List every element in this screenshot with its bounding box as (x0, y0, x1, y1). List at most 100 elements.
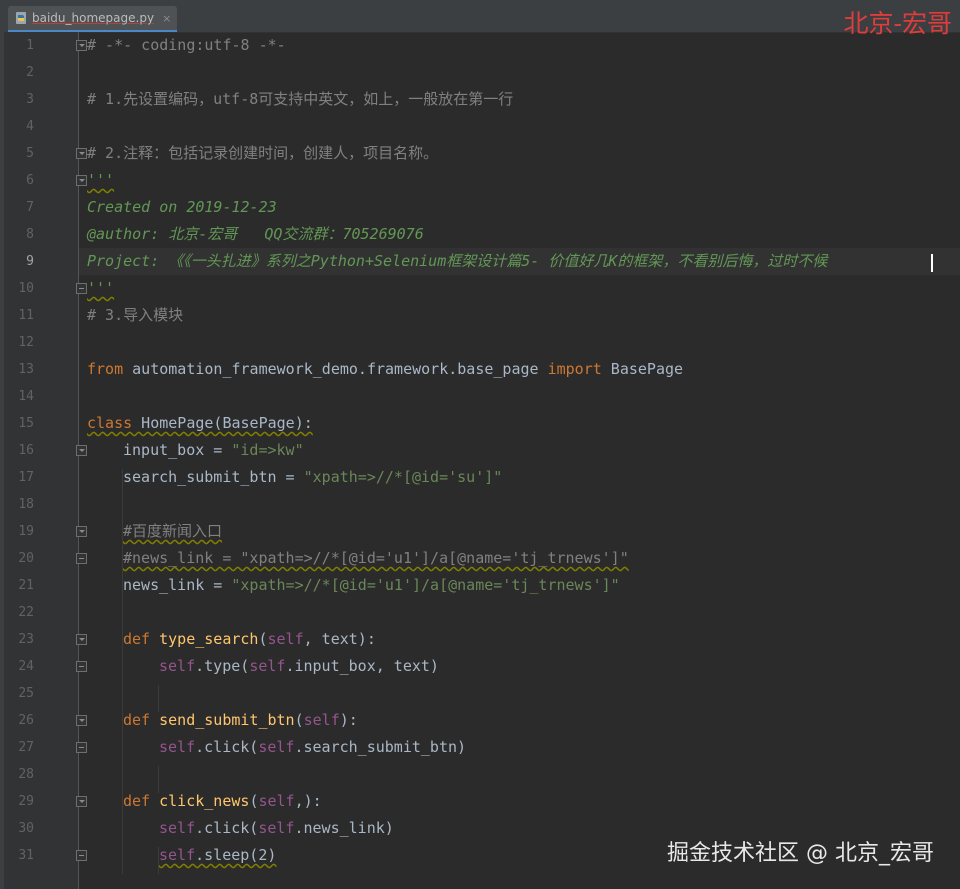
code-line: input_box = "id=>kw" (79, 437, 960, 464)
comment-text: # 2.注释：包括记录创建时间，创建人，项目名称。 (87, 144, 439, 162)
call-args: .input_box, text) (285, 657, 439, 675)
python-file-icon (16, 12, 26, 24)
line-number: 24 (18, 659, 34, 674)
code-line: self.type(self.input_box, text) (79, 653, 960, 680)
function-name: click_news (159, 792, 250, 810)
line-number: 21 (18, 578, 34, 593)
parameters: , text): (303, 630, 376, 648)
comment-text: # 1.先设置编码，utf-8可支持中英文，如上，一般放在第一行 (87, 90, 514, 108)
self-keyword: self (258, 819, 295, 837)
line-number: 11 (18, 308, 34, 323)
method-call: .type( (195, 657, 250, 675)
code-line: # 1.先设置编码，utf-8可支持中英文，如上，一般放在第一行 (79, 86, 960, 113)
code-line: # 3.导入模块 (79, 302, 960, 329)
code-line: #百度新闻入口 (79, 518, 960, 545)
call-args: .news_link) (294, 819, 394, 837)
code-line: ''' (79, 275, 960, 302)
self-keyword: self (258, 738, 295, 756)
code-line: @author: 北京-宏哥 QQ交流群：705269076 (79, 221, 960, 248)
text-caret (931, 252, 933, 272)
line-number: 3 (26, 92, 34, 107)
line-number: 17 (18, 470, 34, 485)
attribute-name: news_link = (123, 576, 232, 594)
import-name: BasePage (601, 360, 684, 378)
attribute-name: input_box = (123, 441, 232, 459)
line-number: 28 (18, 767, 34, 782)
attribute-name: search_submit_btn = (123, 468, 304, 486)
comment-text: # -*- coding:utf-8 -*- (87, 36, 286, 54)
line-number: 1 (26, 38, 34, 53)
line-number: 30 (18, 821, 34, 836)
comment-text: #百度新闻入口 (123, 522, 223, 540)
keyword-import: import (547, 360, 602, 378)
method-call: .click( (195, 738, 259, 756)
line-number: 16 (18, 443, 34, 458)
self-keyword: self (159, 846, 196, 864)
code-line: class HomePage(BasePage): (79, 410, 960, 437)
line-number: 15 (18, 416, 34, 431)
code-line: def type_search(self, text): (123, 630, 376, 648)
line-number: 23 (18, 632, 34, 647)
string-literal: "xpath=>//*[@id='u1']/a[@name='tj_trnews… (231, 576, 620, 594)
code-line: # 2.注释：包括记录创建时间，创建人，项目名称。 (79, 140, 960, 167)
line-number: 2 (26, 65, 34, 80)
line-number: 10 (18, 281, 34, 296)
docstring-delimiter: ''' (87, 279, 115, 297)
keyword-class: class (87, 414, 133, 432)
call-args: .search_submit_btn) (294, 738, 467, 756)
self-keyword: self (249, 657, 286, 675)
code-line: news_link = "xpath=>//*[@id='u1']/a[@nam… (79, 572, 960, 599)
code-line: # -*- coding:utf-8 -*- (79, 32, 960, 59)
line-number: 14 (18, 389, 34, 404)
method-call: .sleep(2) (195, 846, 277, 864)
comment-text: #news_link = "xpath=>//*[@id='u1']/a[@na… (123, 549, 629, 567)
function-name: type_search (159, 630, 259, 648)
keyword-def: def (123, 630, 151, 648)
code-line: def click_news(self,): (123, 792, 322, 810)
keyword-from: from (87, 360, 124, 378)
string-literal: "id=>kw" (231, 441, 304, 459)
code-line: def send_submit_btn(self): (123, 711, 358, 729)
line-number: 5 (26, 146, 34, 161)
self-keyword: self (159, 738, 196, 756)
self-keyword: self (159, 819, 196, 837)
line-number: 22 (18, 605, 34, 620)
line-number: 19 (18, 524, 34, 539)
line-number: 7 (26, 200, 34, 215)
code-line: self.click(self.search_submit_btn) (79, 734, 960, 761)
file-tab-label: baidu_homepage.py (32, 11, 155, 25)
line-number-gutter: 1 2 3 4 5 6 7 8 9 10 11 12 13 14 15 16 1… (4, 32, 87, 889)
line-number: 20 (18, 551, 34, 566)
line-number: 26 (18, 713, 34, 728)
code-line-current: Project: 《《一头扎进》系列之Python+Selenium框架设计篇5… (79, 248, 960, 275)
string-literal: "xpath=>//*[@id='su']" (303, 468, 503, 486)
keyword-def: def (123, 792, 151, 810)
line-number: 18 (18, 497, 34, 512)
comment-text: # 3.导入模块 (87, 306, 184, 324)
line-number: 6 (26, 173, 34, 188)
file-tab[interactable]: baidu_homepage.py × (8, 6, 178, 32)
code-line: search_submit_btn = "xpath=>//*[@id='su'… (79, 464, 960, 491)
site-watermark: 掘金技术社区 @ 北京_宏哥 (667, 841, 934, 866)
docstring-text: Created on 2019-12-23 (87, 198, 277, 216)
code-line: #news_link = "xpath=>//*[@id='u1']/a[@na… (79, 545, 960, 572)
line-number: 27 (18, 740, 34, 755)
self-keyword: self (303, 711, 340, 729)
line-number: 29 (18, 794, 34, 809)
code-line: from automation_framework_demo.framework… (79, 356, 960, 383)
docstring-delimiter: ''' (87, 171, 115, 189)
keyword-def: def (123, 711, 151, 729)
self-keyword: self (267, 630, 304, 648)
parameters: ): (339, 711, 358, 729)
method-call: .click( (195, 819, 259, 837)
module-path: automation_framework_demo.framework.base… (123, 360, 548, 378)
function-name: send_submit_btn (159, 711, 295, 729)
code-line: ''' (79, 167, 960, 194)
class-declaration: HomePage(BasePage): (132, 414, 313, 432)
code-editor[interactable]: # -*- coding:utf-8 -*- # 1.先设置编码，utf-8可支… (79, 32, 960, 889)
line-number: 4 (26, 119, 34, 134)
docstring-text: @author: 北京-宏哥 QQ交流群：705269076 (87, 225, 424, 243)
code-line: Created on 2019-12-23 (79, 194, 960, 221)
close-icon[interactable]: × (162, 12, 171, 25)
line-number-current: 9 (26, 254, 34, 269)
